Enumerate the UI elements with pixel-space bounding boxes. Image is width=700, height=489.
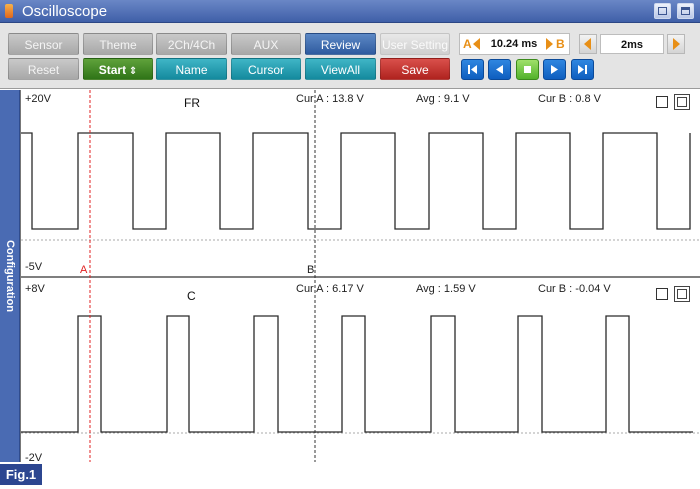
- cursor-b-tag[interactable]: B: [307, 264, 314, 276]
- configuration-label: Configuration: [4, 239, 16, 313]
- toolbar-button-label: Save: [401, 63, 429, 77]
- toolbar-button-reset[interactable]: Reset: [8, 58, 79, 80]
- ch1-ymin-label: -5V: [25, 261, 43, 273]
- restore-window-icon[interactable]: [654, 3, 671, 19]
- step-forward-button[interactable]: [543, 59, 566, 80]
- toolbar-button-label: Reset: [27, 63, 60, 77]
- stop-button[interactable]: [516, 59, 539, 80]
- maximize-window-icon[interactable]: [677, 3, 694, 19]
- toolbar-button-label: Cursor: [247, 63, 284, 77]
- ch2-cur-b: Cur B : -0.04 V: [538, 283, 611, 295]
- toolbar-button-aux[interactable]: AUX: [231, 33, 301, 55]
- ch1-name: FR: [184, 96, 200, 110]
- ch1-waveform: [21, 132, 691, 230]
- skip-last-button[interactable]: [571, 59, 594, 80]
- toolbar-button-label: Start: [98, 63, 127, 77]
- toolbar-button-save[interactable]: Save: [380, 58, 450, 80]
- toolbar-button-viewall[interactable]: ViewAll: [305, 58, 376, 80]
- toolbar-button-cursor[interactable]: Cursor: [231, 58, 301, 80]
- ch2-cur-a: Cur A : 6.17 V: [296, 283, 364, 295]
- toolbar-button-theme[interactable]: Theme: [83, 33, 153, 55]
- spinner-icon: ⇕: [126, 66, 138, 77]
- cursor-range-right-arrow-icon[interactable]: [546, 38, 553, 50]
- configuration-side-tab[interactable]: Configuration: [0, 90, 20, 462]
- ch1-ymax-label: +20V: [25, 93, 51, 105]
- ch1-cur-b: Cur B : 0.8 V: [538, 93, 601, 105]
- toolbar-button-label: ViewAll: [320, 63, 361, 77]
- figure-label: Fig.1: [0, 464, 42, 485]
- cursor-range-value: 10.24 ms: [490, 38, 538, 50]
- cursor-a-tag[interactable]: A: [80, 264, 87, 276]
- chevron-right-icon: [673, 38, 680, 50]
- chevron-left-icon: [584, 38, 591, 50]
- play-reverse-icon: [496, 65, 503, 74]
- waveform-canvas: [21, 90, 700, 462]
- ch2-ymax-label: +8V: [25, 283, 45, 295]
- stop-icon: [524, 66, 531, 73]
- ch2-avg: Avg : 1.59 V: [416, 283, 476, 295]
- ch1-cur-a: Cur A : 13.8 V: [296, 93, 364, 105]
- time-div-decrease-button[interactable]: [579, 34, 597, 54]
- plot-area: +20V FR Cur A : 13.8 V Avg : 9.1 V Cur B…: [20, 90, 700, 464]
- toolbar-button-label: Name: [175, 63, 208, 77]
- toolbar-button-2ch-4ch[interactable]: 2Ch/4Ch: [156, 33, 227, 55]
- step-back-button[interactable]: [488, 59, 511, 80]
- time-div-increase-button[interactable]: [667, 34, 685, 54]
- oscilloscope-window: Oscilloscope Sensor Theme 2Ch/4Ch AUX Review…: [0, 0, 700, 489]
- ch1-option-checkbox[interactable]: [656, 96, 668, 108]
- skip-first-button[interactable]: [461, 59, 484, 80]
- window-title: Oscilloscope: [22, 3, 108, 20]
- skip-last-icon: [578, 65, 587, 74]
- toolbar-button-sensor[interactable]: Sensor: [8, 33, 79, 55]
- toolbar-button-user-setting[interactable]: User Setting: [380, 33, 450, 55]
- toolbar-button-start[interactable]: Start ⇕: [83, 58, 153, 80]
- ch2-name: C: [187, 289, 196, 303]
- cursor-range-left-arrow-icon[interactable]: [473, 38, 480, 50]
- app-icon: [5, 4, 13, 18]
- cursor-range-control: A 10.24 ms B: [459, 33, 570, 55]
- skip-first-icon: [468, 65, 477, 74]
- cursor-b-letter: B: [556, 37, 565, 51]
- title-bar: Oscilloscope: [0, 0, 700, 23]
- toolbar-button-name[interactable]: Name: [156, 58, 227, 80]
- time-div-control: 2ms: [579, 33, 686, 55]
- ch1-expand-icon[interactable]: [674, 94, 690, 110]
- ch2-option-checkbox[interactable]: [656, 288, 668, 300]
- play-icon: [551, 65, 558, 74]
- ch1-avg: Avg : 9.1 V: [416, 93, 470, 105]
- toolbar-button-review[interactable]: Review: [305, 33, 376, 55]
- cursor-a-letter: A: [463, 37, 472, 51]
- toolbar: Sensor Theme 2Ch/4Ch AUX Review User Setting …: [0, 23, 700, 89]
- ch2-expand-icon[interactable]: [674, 286, 690, 302]
- time-div-value: 2ms: [600, 34, 664, 54]
- ch2-waveform: [21, 315, 693, 433]
